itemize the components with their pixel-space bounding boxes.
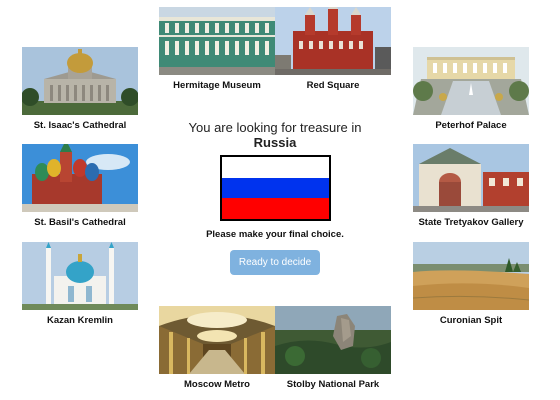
- flag-stripe-red: [221, 198, 329, 220]
- ready-to-decide-button[interactable]: Ready to decide: [229, 250, 321, 275]
- state-tretyakov-gallery-label: State Tretyakov Gallery: [418, 217, 524, 228]
- curonian-spit-image[interactable]: [413, 242, 529, 310]
- curonian-spit-label: Curonian Spit: [439, 315, 503, 326]
- st-basils-cathedral-label: St. Basil's Cathedral: [34, 217, 126, 228]
- tile-stolby-national-park[interactable]: Stolby National Park: [275, 306, 391, 390]
- red-square-label: Red Square: [306, 80, 360, 91]
- russia-flag: [219, 155, 331, 221]
- kazan-kremlin-image[interactable]: [22, 242, 138, 310]
- state-tretyakov-gallery-image[interactable]: [413, 144, 529, 212]
- peterhof-palace-image[interactable]: [413, 47, 529, 115]
- tile-kazan-kremlin[interactable]: Kazan Kremlin: [22, 242, 138, 326]
- st-basils-cathedral-image[interactable]: [22, 144, 138, 212]
- moscow-metro-label: Moscow Metro: [184, 379, 250, 390]
- peterhof-palace-label: Peterhof Palace: [435, 120, 507, 131]
- flag-stripe-white: [221, 157, 329, 178]
- country-name: Russia: [253, 135, 297, 150]
- tile-peterhof-palace[interactable]: Peterhof Palace: [413, 47, 529, 131]
- final-choice-instruction: Please make your final choice.: [206, 229, 344, 240]
- stolby-national-park-image[interactable]: [275, 306, 391, 374]
- tile-hermitage-museum[interactable]: Hermitage Museum: [159, 7, 275, 91]
- tile-st-basils-cathedral[interactable]: St. Basil's Cathedral: [22, 144, 138, 228]
- hermitage-museum-label: Hermitage Museum: [173, 80, 261, 91]
- red-square-image[interactable]: [275, 7, 391, 75]
- prompt-line: You are looking for treasure in: [188, 120, 362, 135]
- tile-state-tretyakov-gallery[interactable]: State Tretyakov Gallery: [413, 144, 529, 228]
- tile-red-square[interactable]: Red Square: [275, 7, 391, 91]
- kazan-kremlin-label: Kazan Kremlin: [47, 315, 113, 326]
- tile-moscow-metro[interactable]: Moscow Metro: [159, 306, 275, 390]
- tile-st-isaacs-cathedral[interactable]: St. Isaac's Cathedral: [22, 47, 138, 131]
- moscow-metro-image[interactable]: [159, 306, 275, 374]
- st-isaacs-cathedral-label: St. Isaac's Cathedral: [33, 120, 127, 131]
- stolby-national-park-label: Stolby National Park: [286, 379, 380, 390]
- hermitage-museum-image[interactable]: [159, 7, 275, 75]
- tile-curonian-spit[interactable]: Curonian Spit: [413, 242, 529, 326]
- center-prompt: You are looking for treasure in Russia P…: [170, 120, 380, 275]
- flag-stripe-blue: [221, 177, 329, 199]
- st-isaacs-cathedral-image[interactable]: [22, 47, 138, 115]
